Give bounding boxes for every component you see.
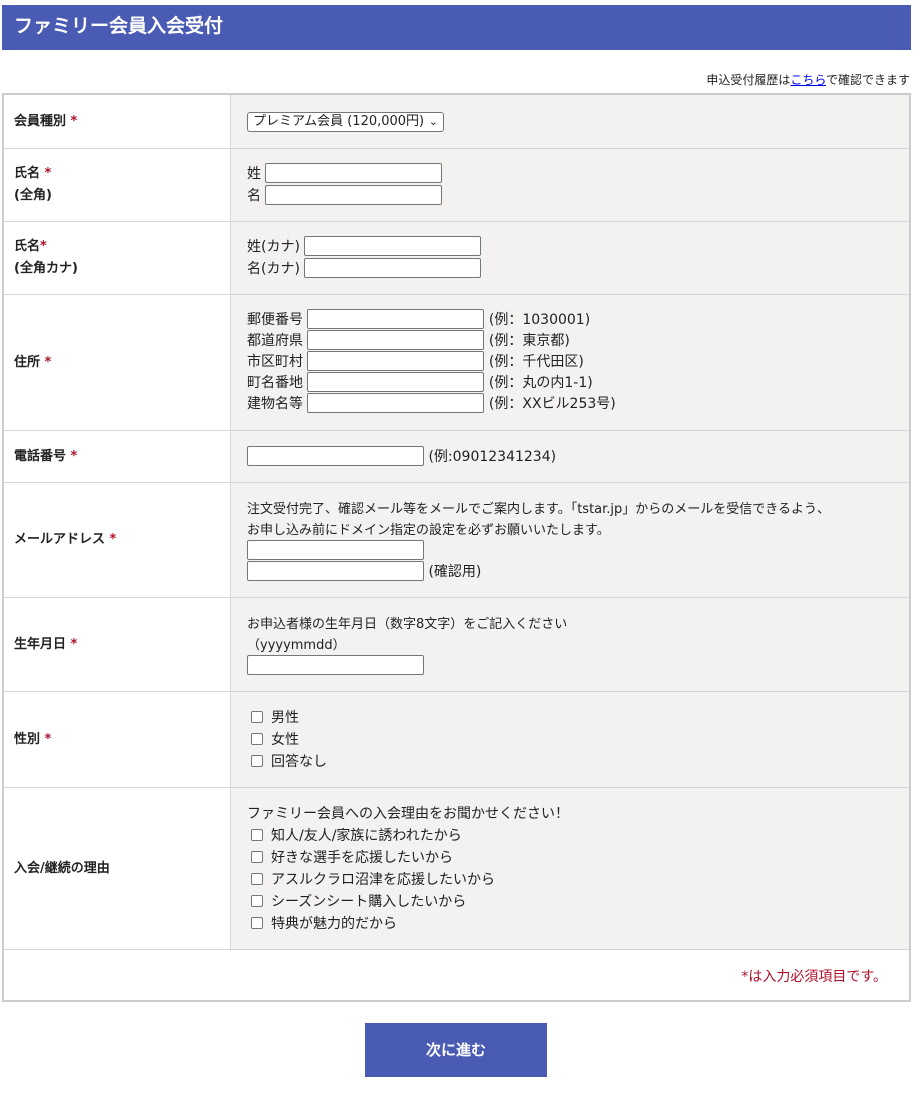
postal-code-input[interactable] [307, 309, 485, 329]
member-type-select[interactable]: プレミアム会員 (120,000円) ⌄ [247, 112, 444, 132]
city-input[interactable] [307, 351, 485, 371]
checkbox[interactable] [251, 851, 263, 863]
first-name-input[interactable] [265, 185, 443, 205]
address-label: 住所 * [4, 295, 231, 430]
email-notice-2: お申し込み前にドメイン指定の設定を必ずお願いいたします。 [247, 523, 610, 538]
email-label: メールアドレス * [4, 483, 231, 597]
email-notice-1: 注文受付完了、確認メール等をメールでご案内します。「tstar.jp」からのメー… [247, 502, 831, 517]
phone-label: 電話番号 * [4, 431, 231, 482]
next-button[interactable]: 次に進む [365, 1023, 547, 1077]
last-name-label: 姓 [247, 166, 261, 182]
first-kana-input[interactable] [304, 258, 482, 278]
history-prefix: 申込受付履歴は [706, 73, 791, 87]
checkbox[interactable] [251, 829, 263, 841]
reason-option[interactable]: シーズンシート購入したいから [247, 891, 466, 911]
row-address: 住所 * 郵便番号 (例：1030001) 都道府県 (例：東京都) 市区町村 … [4, 295, 909, 431]
checkbox[interactable] [251, 873, 263, 885]
row-name: 氏名 * (全角) 姓 名 [4, 149, 909, 222]
first-name-label: 名 [247, 188, 261, 204]
history-suffix: で確認できます [825, 73, 910, 87]
last-kana-label: 姓(カナ) [247, 239, 300, 255]
last-name-input[interactable] [265, 163, 443, 183]
reason-option[interactable]: 知人/友人/家族に誘われたから [247, 825, 462, 845]
birthday-label: 生年月日 * [4, 598, 231, 691]
row-kana: 氏名* (全角カナ) 姓(カナ) 名(カナ) [4, 222, 909, 295]
reason-option[interactable]: アスルクラロ沼津を応援したいから [247, 869, 495, 889]
chevron-down-icon: ⌄ [428, 115, 438, 128]
email-confirm-input[interactable] [247, 561, 424, 581]
first-kana-label: 名(カナ) [247, 261, 300, 277]
gender-option-none[interactable]: 回答なし [247, 751, 327, 771]
registration-form: 会員種別 * プレミアム会員 (120,000円) ⌄ 氏名 * (全角) 姓 … [2, 93, 911, 1002]
kana-label: 氏名* (全角カナ) [4, 222, 231, 294]
required-note: *は入力必須項目です。 [741, 969, 887, 985]
reason-prompt: ファミリー会員への入会理由をお聞かせください！ [247, 806, 569, 822]
name-label: 氏名 * (全角) [4, 149, 231, 221]
checkbox[interactable] [251, 733, 263, 745]
history-notice: 申込受付履歴はこちらで確認できます [706, 71, 910, 88]
row-member-type: 会員種別 * プレミアム会員 (120,000円) ⌄ [4, 95, 909, 149]
history-link[interactable]: こちら [790, 73, 826, 87]
page-title: ファミリー会員入会受付 [14, 15, 224, 37]
checkbox[interactable] [251, 917, 263, 929]
row-email: メールアドレス * 注文受付完了、確認メール等をメールでご案内します。「tsta… [4, 483, 909, 598]
gender-option-female[interactable]: 女性 [247, 729, 299, 749]
row-phone: 電話番号 * (例:09012341234) [4, 431, 909, 483]
last-kana-input[interactable] [304, 236, 482, 256]
checkbox[interactable] [251, 711, 263, 723]
email-input[interactable] [247, 540, 424, 560]
street-input[interactable] [307, 372, 485, 392]
reason-option[interactable]: 特典が魅力的だから [247, 913, 397, 933]
checkbox[interactable] [251, 895, 263, 907]
birthday-format: （yyyymmdd） [247, 638, 346, 653]
reason-label: 入会/継続の理由 [4, 788, 231, 949]
birthday-hint: お申込者様の生年月日（数字8文字）をご記入ください [247, 617, 568, 632]
phone-input[interactable] [247, 446, 424, 466]
page-header: ファミリー会員入会受付 [2, 5, 911, 50]
checkbox[interactable] [251, 755, 263, 767]
row-birthday: 生年月日 * お申込者様の生年月日（数字8文字）をご記入ください （yyyymm… [4, 598, 909, 692]
prefecture-input[interactable] [307, 330, 485, 350]
building-input[interactable] [307, 393, 485, 413]
birthday-input[interactable] [247, 655, 424, 675]
gender-label: 性別 * [4, 692, 231, 787]
row-reason: 入会/継続の理由 ファミリー会員への入会理由をお聞かせください！ 知人/友人/家… [4, 788, 909, 950]
member-type-label: 会員種別 * [4, 95, 231, 148]
row-gender: 性別 * 男性 女性 回答なし [4, 692, 909, 788]
gender-option-male[interactable]: 男性 [247, 707, 299, 727]
reason-option[interactable]: 好きな選手を応援したいから [247, 847, 453, 867]
